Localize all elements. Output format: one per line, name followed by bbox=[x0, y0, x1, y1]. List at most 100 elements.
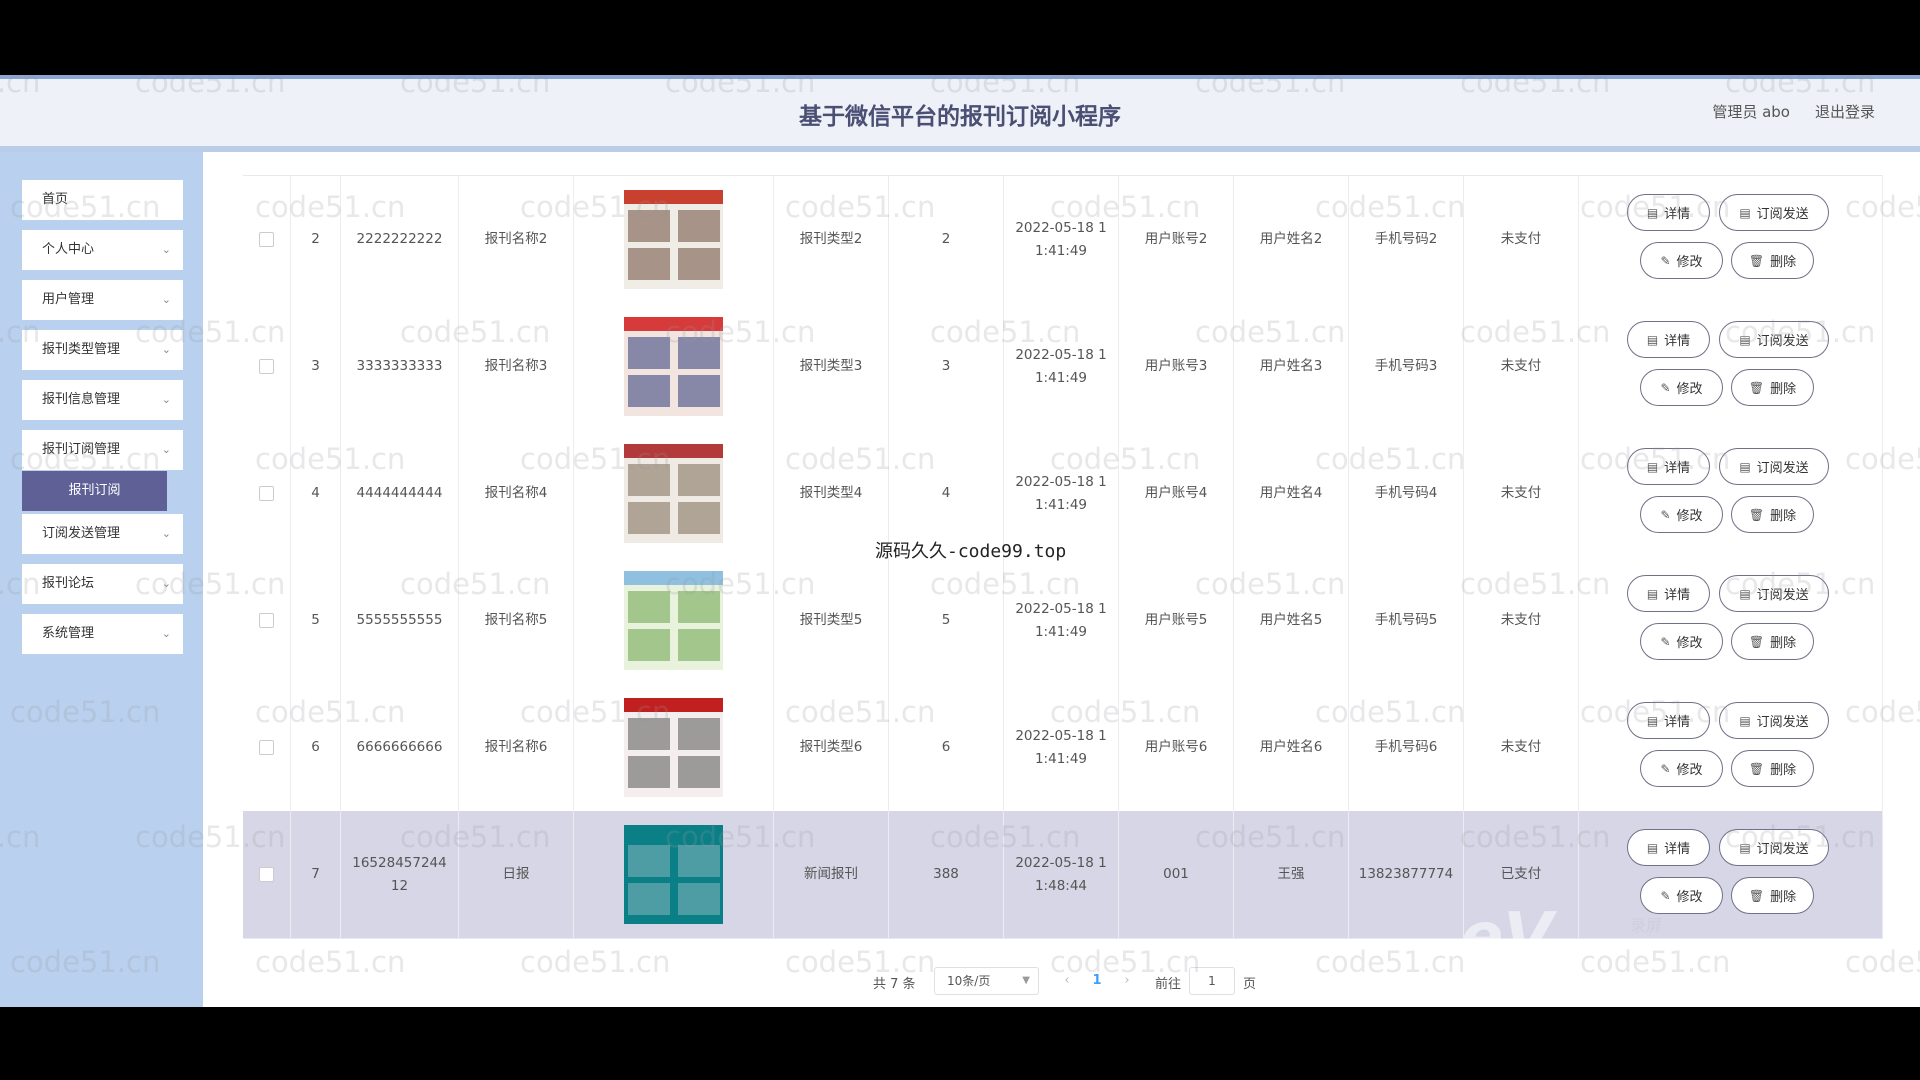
detail-button[interactable]: ▤ 详情 bbox=[1627, 575, 1710, 612]
delete-button[interactable]: 🗑 删除 bbox=[1731, 623, 1814, 660]
sidebar-item[interactable]: 个人中心 ⌄ bbox=[22, 230, 183, 270]
cell-text: 2222222222 bbox=[356, 231, 443, 247]
prev-page-button[interactable]: ‹ bbox=[1053, 967, 1081, 995]
sidebar-item[interactable]: 报刊类型管理 ⌄ bbox=[22, 330, 183, 370]
actions-cell: ▤ 详情 ▤ 订阅发送 ✎ 修改 🗑 删除 bbox=[1579, 430, 1883, 557]
document-icon: ▤ bbox=[1739, 840, 1751, 855]
cell-no: 2222222222 bbox=[341, 176, 459, 303]
cell-text: 用户姓名3 bbox=[1259, 358, 1323, 374]
page-size-select[interactable]: 10条/页 ▼ bbox=[934, 967, 1039, 995]
detail-button[interactable]: ▤ 详情 bbox=[1627, 194, 1710, 231]
sidebar-item[interactable]: 订阅发送管理 ⌄ bbox=[22, 514, 183, 554]
send-button[interactable]: ▤ 订阅发送 bbox=[1719, 575, 1829, 612]
edit-button[interactable]: ✎ 修改 bbox=[1640, 623, 1723, 660]
cell-type: 报刊类型2 bbox=[774, 176, 889, 303]
sidebar-item[interactable]: 系统管理 ⌄ bbox=[22, 614, 183, 654]
row-checkbox[interactable] bbox=[259, 486, 274, 501]
cell-name: 报刊名称5 bbox=[459, 557, 574, 684]
cell-qty: 5 bbox=[889, 557, 1004, 684]
sidebar-item[interactable]: 首页 bbox=[22, 180, 183, 220]
table-row[interactable]: 2 2222222222 报刊名称2 报刊类型2 2 2022-05-18 1 1:41:… bbox=[243, 176, 1883, 304]
cell-text: 未支付 bbox=[1500, 358, 1542, 374]
chevron-down-icon: ⌄ bbox=[161, 577, 171, 590]
table-row[interactable]: 5 5555555555 报刊名称5 报刊类型5 5 2022-05-18 1 1:41:… bbox=[243, 557, 1883, 685]
row-checkbox[interactable] bbox=[259, 740, 274, 755]
sidebar-item[interactable]: 报刊订阅管理 ⌄ bbox=[22, 430, 183, 470]
edit-button[interactable]: ✎ 修改 bbox=[1640, 369, 1723, 406]
cell-text: 2022-05-18 1 1:41:49 bbox=[1015, 346, 1107, 386]
cell-uname: 用户姓名2 bbox=[1234, 176, 1349, 303]
edit-button[interactable]: ✎ 修改 bbox=[1640, 496, 1723, 533]
cell-text: 5555555555 bbox=[356, 612, 443, 628]
cell-account: 用户账号3 bbox=[1119, 303, 1234, 430]
cell-text: 用户账号6 bbox=[1144, 739, 1208, 755]
trash-icon: 🗑 bbox=[1748, 888, 1765, 903]
detail-button[interactable]: ▤ 详情 bbox=[1627, 448, 1710, 485]
actions-cell: ▤ 详情 ▤ 订阅发送 ✎ 修改 🗑 删除 bbox=[1579, 684, 1883, 811]
actions-cell: ▤ 详情 ▤ 订阅发送 ✎ 修改 🗑 删除 bbox=[1579, 176, 1883, 303]
row-checkbox[interactable] bbox=[259, 867, 274, 882]
cell-text: 报刊名称2 bbox=[484, 231, 548, 247]
logout-link[interactable]: 退出登录 bbox=[1815, 101, 1875, 122]
delete-button[interactable]: 🗑 删除 bbox=[1731, 242, 1814, 279]
page-number[interactable]: 1 bbox=[1083, 967, 1111, 995]
send-button[interactable]: ▤ 订阅发送 bbox=[1719, 194, 1829, 231]
document-icon: ▤ bbox=[1739, 459, 1751, 474]
send-button[interactable]: ▤ 订阅发送 bbox=[1719, 702, 1829, 739]
next-page-button[interactable]: › bbox=[1113, 967, 1141, 995]
detail-button-label: 详情 bbox=[1664, 207, 1691, 222]
table-row[interactable]: 6 6666666666 报刊名称6 报刊类型6 6 2022-05-18 1 1:41:… bbox=[243, 684, 1883, 812]
row-checkbox[interactable] bbox=[259, 232, 274, 247]
cell-text: 388 bbox=[933, 866, 959, 882]
detail-button[interactable]: ▤ 详情 bbox=[1627, 829, 1710, 866]
edit-icon: ✎ bbox=[1660, 380, 1671, 395]
cell-text: 13823877774 bbox=[1358, 866, 1454, 882]
cover-cell bbox=[574, 430, 774, 557]
edit-button[interactable]: ✎ 修改 bbox=[1640, 242, 1723, 279]
sidebar-item[interactable]: 报刊信息管理 ⌄ bbox=[22, 380, 183, 420]
cell-text: 报刊名称6 bbox=[484, 739, 548, 755]
sidebar-subitem-active[interactable]: 报刊订阅 bbox=[22, 471, 167, 511]
delete-button[interactable]: 🗑 删除 bbox=[1731, 496, 1814, 533]
cell-text: 日报 bbox=[502, 866, 530, 882]
sidebar-item[interactable]: 用户管理 ⌄ bbox=[22, 280, 183, 320]
detail-button[interactable]: ▤ 详情 bbox=[1627, 702, 1710, 739]
edit-button[interactable]: ✎ 修改 bbox=[1640, 750, 1723, 787]
edit-button[interactable]: ✎ 修改 bbox=[1640, 877, 1723, 914]
delete-button[interactable]: 🗑 删除 bbox=[1731, 750, 1814, 787]
sidebar-item[interactable]: 报刊论坛 ⌄ bbox=[22, 564, 183, 604]
cell-phone: 13823877774 bbox=[1349, 811, 1464, 938]
row-select-cell bbox=[243, 303, 291, 430]
send-button[interactable]: ▤ 订阅发送 bbox=[1719, 829, 1829, 866]
row-checkbox[interactable] bbox=[259, 359, 274, 374]
sidebar-item-label: 订阅发送管理 bbox=[42, 526, 121, 541]
edit-icon: ✎ bbox=[1660, 634, 1671, 649]
cell-text: 报刊名称5 bbox=[484, 612, 548, 628]
sidebar-item-label: 用户管理 bbox=[42, 292, 95, 307]
delete-button[interactable]: 🗑 删除 bbox=[1731, 369, 1814, 406]
edit-icon: ✎ bbox=[1660, 761, 1671, 776]
page-title: 基于微信平台的报刊订阅小程序 bbox=[799, 104, 1121, 130]
send-button[interactable]: ▤ 订阅发送 bbox=[1719, 448, 1829, 485]
goto-label: 前往 bbox=[1155, 977, 1182, 992]
ev-logo-watermark: eV bbox=[1460, 900, 1553, 974]
detail-button-label: 详情 bbox=[1664, 588, 1691, 603]
delete-button[interactable]: 🗑 删除 bbox=[1731, 877, 1814, 914]
detail-button-label: 详情 bbox=[1664, 461, 1691, 476]
goto-page-input[interactable]: 1 bbox=[1189, 967, 1235, 995]
sidebar-item-label: 系统管理 bbox=[42, 626, 95, 641]
cell-time: 2022-05-18 1 1:41:49 bbox=[1004, 176, 1119, 303]
cell-text: 报刊名称3 bbox=[484, 358, 548, 374]
cell-text: 用户账号3 bbox=[1144, 358, 1208, 374]
table-row[interactable]: 3 3333333333 报刊名称3 报刊类型3 3 2022-05-18 1 1:41:… bbox=[243, 303, 1883, 431]
cell-account: 用户账号5 bbox=[1119, 557, 1234, 684]
total-count: 共 7 条 bbox=[873, 977, 916, 992]
send-button-label: 订阅发送 bbox=[1756, 461, 1809, 476]
cell-text: 报刊类型4 bbox=[799, 485, 863, 501]
chevron-down-icon: ⌄ bbox=[161, 243, 171, 256]
row-checkbox[interactable] bbox=[259, 613, 274, 628]
detail-button[interactable]: ▤ 详情 bbox=[1627, 321, 1710, 358]
send-button[interactable]: ▤ 订阅发送 bbox=[1719, 321, 1829, 358]
cover-cell bbox=[574, 684, 774, 811]
send-button-label: 订阅发送 bbox=[1756, 842, 1809, 857]
